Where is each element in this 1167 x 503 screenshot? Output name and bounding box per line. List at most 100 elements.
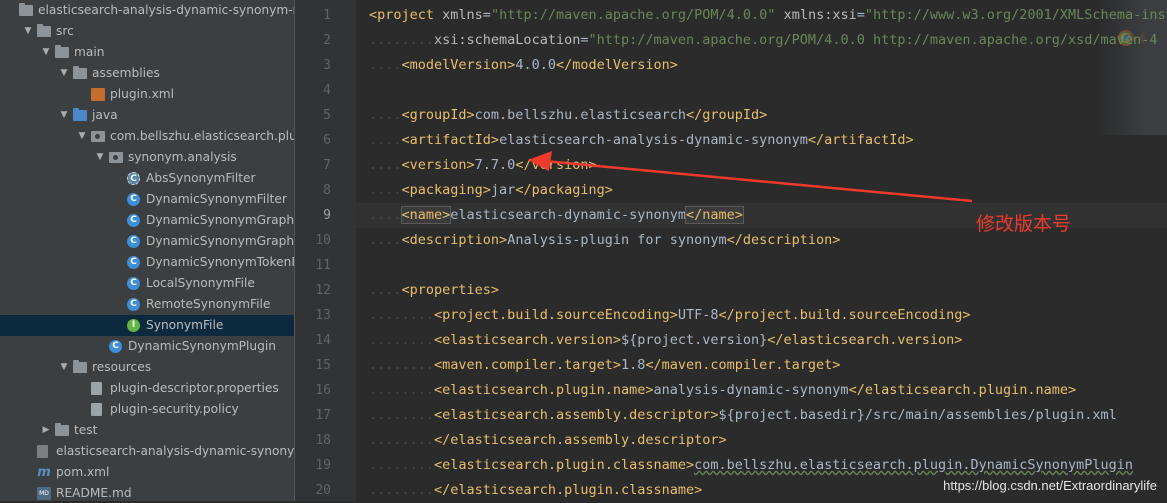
line-number: 14 [315,333,331,348]
chevron-right-icon[interactable]: ▶ [40,420,52,441]
code-line[interactable]: <project xmlns="http://maven.apache.org/… [369,3,1167,28]
code-token: </packaging> [515,182,613,198]
code-line[interactable]: ....<description>Analysis-plugin for syn… [369,228,840,253]
code-line[interactable]: ....<packaging>jar</packaging> [369,178,613,203]
line-number: 18 [315,433,331,448]
indent-guide: ........ [369,482,435,498]
code-line[interactable]: ........<elasticsearch.plugin.name>analy… [369,378,1076,403]
code-token: xmlns [442,7,483,23]
code-line[interactable]: ........<elasticsearch.assembly.descript… [369,403,1117,428]
code-token: <artifactId> [401,132,500,148]
tree-item-label: src [56,24,74,38]
line-number: 5 [323,108,331,123]
tree-item[interactable]: ▶ test [0,420,294,441]
tree-item[interactable]: C DynamicSynonymTokenFilte [0,252,294,273]
chevron-down-icon[interactable]: ▼ [76,126,88,147]
code-line[interactable]: ........<maven.compiler.target>1.8</mave… [369,353,840,378]
indent-guide: ........ [369,407,435,423]
tree-item[interactable]: ▼ com.bellszhu.elasticsearch.plugin [0,126,294,147]
code-token: xmlns:xsi [783,7,857,23]
line-number: 9 [323,208,331,223]
code-line[interactable]: ....<groupId>com.bellszhu.elasticsearch<… [369,103,767,128]
tree-item[interactable]: plugin-security.policy [0,399,294,420]
code-line[interactable]: ....<properties> [369,278,499,303]
tree-item[interactable]: C AbsSynonymFilter [0,168,294,189]
chevron-down-icon[interactable]: ▼ [58,63,70,84]
tree-item[interactable]: C DynamicSynonymFilter [0,189,294,210]
code-token: <elasticsearch.plugin.classname> [434,457,695,473]
chevron-down-icon[interactable]: ▼ [94,147,106,168]
tree-item[interactable]: ▼ java [0,105,294,126]
code-line[interactable]: ....<name>elasticsearch-dynamic-synonym<… [369,203,744,228]
code-token: <modelVersion> [401,57,516,73]
code-token: Analysis-plugin for synonym [507,232,727,248]
tree-item[interactable]: elasticsearch-analysis-dynamic-synonym-m… [0,0,294,21]
code-token: </artifactId> [807,132,914,148]
tree-item[interactable]: C RemoteSynonymFile [0,294,294,315]
code-token: <properties> [401,282,500,298]
class-icon: C [127,277,140,290]
code-token: </elasticsearch.version> [767,332,963,348]
line-number: 19 [315,458,331,473]
indent-guide: ........ [369,457,435,473]
code-line[interactable]: ........<project.build.sourceEncoding>UT… [369,303,970,328]
code-line[interactable]: ........</elasticsearch.plugin.classname… [369,478,702,501]
code-token: </elasticsearch.assembly.descriptor> [434,432,727,448]
class-icon: C [127,214,140,227]
tree-item[interactable]: ▼ main [0,42,294,63]
tree-item[interactable]: I SynonymFile [0,315,294,336]
project-tree-panel[interactable]: elasticsearch-analysis-dynamic-synonym-m… [0,0,294,501]
code-token: ${project.version} [620,332,768,348]
code-line[interactable]: ....<artifactId>elasticsearch-analysis-d… [369,128,914,153]
tree-item[interactable]: ▼ synonym.analysis [0,147,294,168]
code-token: <project.build.sourceEncoding> [434,307,678,323]
class-icon: C [127,235,140,248]
line-number: 17 [315,408,331,423]
tree-item[interactable]: C DynamicSynonymGraphFilte [0,210,294,231]
line-number: 12 [315,283,331,298]
class-icon: C [127,256,140,269]
tree-item[interactable]: elasticsearch-analysis-dynamic-synonym.i… [0,441,294,462]
chevron-down-icon[interactable]: ▼ [58,357,70,378]
indent-guide: .... [369,57,402,73]
tree-item[interactable]: ▼ resources [0,357,294,378]
tree-item[interactable]: C DynamicSynonymGraphTok [0,231,294,252]
tree-item-label: README.md [56,486,132,500]
tree-item[interactable]: MD README.md [0,483,294,501]
tree-item-label: synonym.analysis [128,150,237,164]
chevron-down-icon[interactable]: ▼ [58,105,70,126]
code-line[interactable]: ........<elasticsearch.plugin.classname>… [369,453,1133,478]
code-token: "http://www.w3.org/2001/XMLSchema-insta [864,7,1167,23]
code-line[interactable]: ....<version>7.7.0</version> [369,153,597,178]
chevron-down-icon[interactable]: ▼ [40,42,52,63]
folder-icon [55,45,69,58]
resources-folder-icon [73,360,87,373]
maven-icon: m [37,465,51,480]
tree-item[interactable]: C LocalSynonymFile [0,273,294,294]
tree-item-label: plugin-security.policy [110,402,239,416]
class-icon: C [127,193,140,206]
tree-item-label: DynamicSynonymFilter [146,192,287,206]
class-icon: C [109,340,122,353]
tree-item[interactable]: plugin.xml [0,84,294,105]
tree-item-label: pom.xml [56,465,110,479]
tree-item[interactable]: C DynamicSynonymPlugin [0,336,294,357]
tree-item[interactable]: plugin-descriptor.properties [0,378,294,399]
tree-item[interactable]: m pom.xml [0,462,294,483]
line-number: 10 [315,233,331,248]
code-line[interactable]: ....<modelVersion>4.0.0</modelVersion> [369,53,678,78]
indent-guide: ........ [369,357,435,373]
code-token: 7.7.0 [474,157,516,173]
tree-item[interactable]: ▼ src [0,21,294,42]
abstract-class-icon: C [127,172,140,185]
tree-item[interactable]: ▼ assemblies [0,63,294,84]
code-line[interactable]: ........</elasticsearch.assembly.descrip… [369,428,727,453]
code-line[interactable]: ........xsi:schemaLocation="http://maven… [369,28,1157,53]
code-line[interactable]: ........<elasticsearch.version>${project… [369,328,962,353]
code-token: </modelVersion> [555,57,678,73]
code-token: </elasticsearch.plugin.classname> [434,482,703,498]
tree-item-label: resources [92,360,152,374]
code-editor[interactable]: <project xmlns="http://maven.apache.org/… [356,0,1167,501]
indent-guide: ........ [369,382,435,398]
chevron-down-icon[interactable]: ▼ [22,21,34,42]
